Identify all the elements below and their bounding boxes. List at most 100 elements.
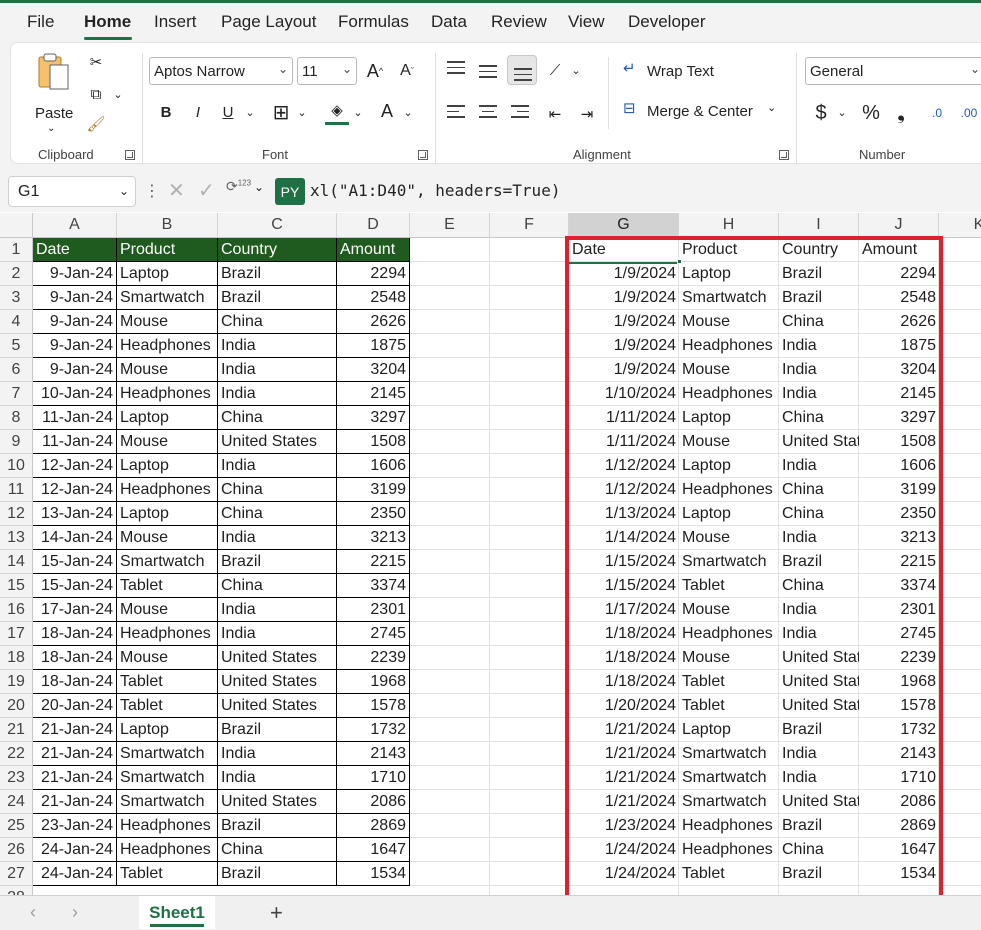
column-header-h[interactable]: H	[679, 213, 779, 238]
table-cell[interactable]: 2745	[337, 622, 410, 646]
table-header-cell[interactable]: Product	[117, 238, 218, 262]
chevron-down-icon[interactable]: ⌄	[295, 99, 309, 125]
table-cell[interactable]: 17-Jan-24	[33, 598, 117, 622]
menu-data[interactable]: Data	[431, 12, 467, 32]
table-cell[interactable]: India	[218, 358, 337, 382]
table-cell[interactable]: Laptop	[117, 454, 218, 478]
font-name-select[interactable]: Aptos Narrow ⌄	[149, 57, 293, 85]
table-cell[interactable]: 1534	[337, 862, 410, 886]
table-cell[interactable]: Headphones	[117, 838, 218, 862]
table-cell[interactable]: 1968	[337, 670, 410, 694]
column-header-c[interactable]: C	[218, 213, 337, 238]
table-cell[interactable]: 11-Jan-24	[33, 406, 117, 430]
row-header[interactable]: 20	[0, 694, 33, 718]
column-header-f[interactable]: F	[490, 213, 569, 238]
column-header-g[interactable]: G	[569, 213, 679, 238]
alignment-launcher-icon[interactable]	[779, 150, 789, 160]
row-header[interactable]: 8	[0, 406, 33, 430]
table-cell[interactable]: India	[218, 766, 337, 790]
table-cell[interactable]: Brazil	[218, 262, 337, 286]
table-cell[interactable]: 1606	[337, 454, 410, 478]
table-cell[interactable]: India	[218, 526, 337, 550]
row-header[interactable]: 21	[0, 718, 33, 742]
row-header[interactable]: 1	[0, 238, 33, 262]
row-header[interactable]: 26	[0, 838, 33, 862]
row-header[interactable]: 18	[0, 646, 33, 670]
table-cell[interactable]: India	[218, 382, 337, 406]
table-cell[interactable]: United States	[218, 430, 337, 454]
row-header[interactable]: 13	[0, 526, 33, 550]
row-header[interactable]: 15	[0, 574, 33, 598]
align-top-icon[interactable]	[447, 61, 465, 78]
table-cell[interactable]: 13-Jan-24	[33, 502, 117, 526]
table-cell[interactable]: Smartwatch	[117, 766, 218, 790]
cancel-icon[interactable]: ✕	[168, 178, 185, 203]
row-header[interactable]: 2	[0, 262, 33, 286]
table-cell[interactable]: 2294	[337, 262, 410, 286]
table-cell[interactable]: 1508	[337, 430, 410, 454]
table-cell[interactable]: United States	[218, 790, 337, 814]
column-header-k[interactable]: K	[939, 213, 981, 238]
chevron-down-icon[interactable]: ⌄	[111, 83, 125, 105]
comma-style-button[interactable]: ❟	[891, 99, 911, 127]
row-header[interactable]: 22	[0, 742, 33, 766]
table-cell[interactable]: 2215	[337, 550, 410, 574]
chevron-down-icon[interactable]: ⌄	[254, 180, 264, 194]
table-cell[interactable]: 9-Jan-24	[33, 286, 117, 310]
row-header[interactable]: 19	[0, 670, 33, 694]
table-cell[interactable]: 3297	[337, 406, 410, 430]
table-cell[interactable]: Brazil	[218, 718, 337, 742]
table-cell[interactable]: Laptop	[117, 262, 218, 286]
table-cell[interactable]: 2548	[337, 286, 410, 310]
table-cell[interactable]: China	[218, 478, 337, 502]
table-cell[interactable]: China	[218, 574, 337, 598]
table-cell[interactable]: 1710	[337, 766, 410, 790]
percent-button[interactable]: %	[859, 99, 883, 127]
column-header-b[interactable]: B	[117, 213, 218, 238]
select-all-corner[interactable]	[0, 213, 33, 238]
table-cell[interactable]: Tablet	[117, 670, 218, 694]
menu-file[interactable]: File	[27, 12, 54, 32]
paste-button[interactable]: Paste ⌄	[27, 51, 77, 134]
row-header[interactable]: 10	[0, 454, 33, 478]
table-cell[interactable]: India	[218, 622, 337, 646]
align-middle-icon[interactable]	[479, 65, 497, 82]
decrease-indent-icon[interactable]: ⇤	[543, 101, 567, 127]
chevron-down-icon[interactable]: ⌄	[351, 99, 365, 125]
table-cell[interactable]: 9-Jan-24	[33, 334, 117, 358]
table-cell[interactable]: 3199	[337, 478, 410, 502]
column-header-i[interactable]: I	[779, 213, 859, 238]
python-badge[interactable]: PY	[275, 178, 305, 205]
name-box[interactable]: G1 ⌄	[8, 176, 136, 207]
table-cell[interactable]: China	[218, 502, 337, 526]
row-header[interactable]: 12	[0, 502, 33, 526]
column-header-j[interactable]: J	[859, 213, 939, 238]
table-cell[interactable]: India	[218, 598, 337, 622]
menu-developer[interactable]: Developer	[628, 12, 706, 32]
table-cell[interactable]: Brazil	[218, 550, 337, 574]
table-cell[interactable]: 15-Jan-24	[33, 574, 117, 598]
table-cell[interactable]: Laptop	[117, 502, 218, 526]
orientation-icon[interactable]: ⟋	[543, 57, 567, 83]
menu-home[interactable]: Home	[84, 12, 131, 32]
menu-insert[interactable]: Insert	[154, 12, 197, 32]
table-cell[interactable]: 12-Jan-24	[33, 478, 117, 502]
increase-font-icon[interactable]: A ^	[363, 57, 387, 85]
table-cell[interactable]: Mouse	[117, 358, 218, 382]
table-cell[interactable]: 21-Jan-24	[33, 766, 117, 790]
table-cell[interactable]: 1578	[337, 694, 410, 718]
table-cell[interactable]: 24-Jan-24	[33, 862, 117, 886]
enter-icon[interactable]: ✓	[198, 178, 215, 203]
row-header[interactable]: 4	[0, 310, 33, 334]
table-cell[interactable]: 23-Jan-24	[33, 814, 117, 838]
bold-button[interactable]: B	[155, 99, 177, 125]
more-options-icon[interactable]: ⋮	[144, 181, 160, 201]
chevron-down-icon[interactable]: ⌄	[243, 99, 257, 125]
table-cell[interactable]: 9-Jan-24	[33, 310, 117, 334]
increase-decimal-button[interactable]: .0	[923, 99, 951, 127]
column-header-e[interactable]: E	[410, 213, 490, 238]
table-cell[interactable]: India	[218, 334, 337, 358]
chevron-down-icon[interactable]: ⌄	[569, 57, 583, 83]
clipboard-launcher-icon[interactable]	[125, 150, 135, 160]
table-cell[interactable]: Headphones	[117, 814, 218, 838]
